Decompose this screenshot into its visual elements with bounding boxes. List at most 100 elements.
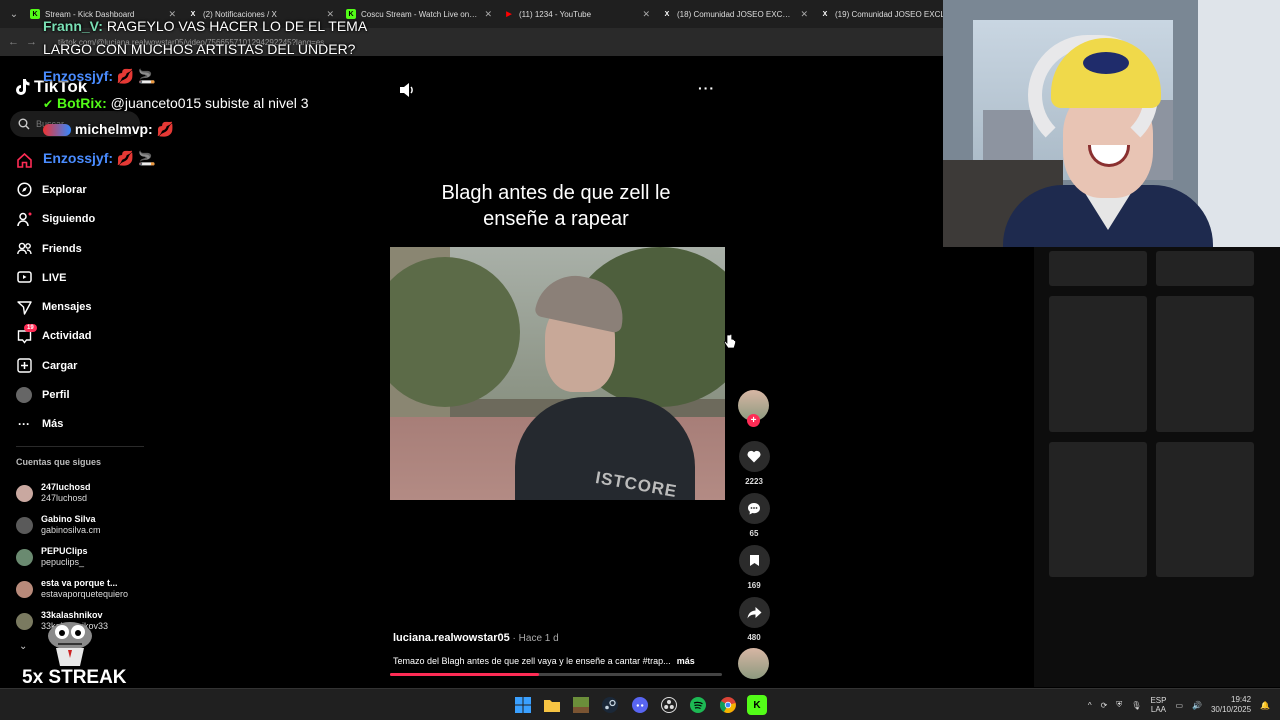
bookmark-icon bbox=[749, 555, 759, 566]
music-disc-avatar[interactable] bbox=[738, 648, 769, 679]
share-button[interactable]: 480 bbox=[738, 597, 770, 642]
chat-username: Frann_V bbox=[43, 18, 99, 34]
video-author[interactable]: luciana.realwowstar05 · Hace 1 d bbox=[393, 632, 559, 644]
minecraft-icon[interactable] bbox=[571, 695, 591, 715]
caption-line: enseñe a rapear bbox=[483, 208, 629, 230]
skeleton-tile bbox=[1156, 251, 1254, 286]
keyboard-layout: LAA bbox=[1150, 705, 1166, 714]
browser-tab[interactable]: ▶ (11) 1234 - YouTube ✕ bbox=[498, 0, 656, 28]
like-button[interactable]: 2223 bbox=[738, 441, 770, 486]
chat-separator: : bbox=[148, 121, 157, 137]
tab-title: (18) Comunidad JOSEO EXCLUSIVO bbox=[677, 9, 794, 19]
avatar bbox=[16, 548, 33, 566]
security-shield-icon[interactable]: ⛨ bbox=[1116, 700, 1122, 710]
network-icon[interactable]: ▭ bbox=[1175, 701, 1183, 710]
sidebar-item-upload[interactable]: Cargar bbox=[16, 351, 95, 380]
steam-icon[interactable] bbox=[600, 695, 620, 715]
sidebar-item-explore[interactable]: Explorar bbox=[16, 175, 95, 204]
bot-badge-icon: ✔ bbox=[43, 97, 54, 111]
list-item[interactable]: PEPUClips pepuclips_ bbox=[16, 541, 128, 573]
sidebar-item-label: Más bbox=[42, 418, 64, 431]
heart-icon bbox=[747, 450, 761, 463]
author-handle[interactable]: luciana.realwowstar05 bbox=[393, 632, 510, 644]
video-player[interactable]: ISTCORE bbox=[390, 247, 725, 500]
windows-start-icon[interactable] bbox=[513, 695, 533, 715]
account-handle: gabinosilva.cm bbox=[41, 525, 101, 535]
notifications-icon[interactable]: 🔔 bbox=[1260, 701, 1270, 710]
microphone-icon[interactable]: 🎙 bbox=[1131, 701, 1141, 710]
obs-icon[interactable] bbox=[659, 695, 679, 715]
chrome-icon[interactable] bbox=[718, 695, 738, 715]
tray-expand-icon[interactable]: ^ bbox=[1088, 701, 1092, 710]
x-favicon-icon: X bbox=[822, 10, 828, 18]
sidebar-item-profile[interactable]: Perfil bbox=[16, 380, 95, 409]
chat-emotes: 💋 🚬 bbox=[116, 68, 156, 84]
share-icon bbox=[747, 607, 761, 619]
chat-message: Enzossjyf: 💋 🚬 bbox=[43, 150, 156, 167]
spotify-icon[interactable] bbox=[688, 695, 708, 715]
chat-text: LARGO CON MUCHOS ARTISTAS DEL UNDER? bbox=[43, 41, 356, 57]
home-icon bbox=[16, 153, 32, 169]
avatar bbox=[16, 612, 33, 630]
follow-plus-icon[interactable]: + bbox=[747, 414, 760, 427]
tab-search-dropdown-icon[interactable]: ⌄ bbox=[4, 4, 24, 24]
discord-icon[interactable] bbox=[630, 695, 650, 715]
sidebar-item-live[interactable]: LIVE bbox=[16, 263, 95, 292]
sidebar-item-more[interactable]: ··· Más bbox=[16, 410, 95, 439]
tab-title: (11) 1234 - YouTube bbox=[519, 9, 592, 19]
following-icon bbox=[16, 211, 32, 227]
pepe-emote-icon bbox=[48, 622, 92, 666]
close-tab-icon[interactable]: ✕ bbox=[800, 9, 808, 20]
chat-username: BotRix bbox=[56, 95, 103, 111]
clock[interactable]: 19:42 30/10/2025 bbox=[1211, 695, 1251, 715]
chat-separator: : bbox=[108, 150, 114, 166]
more-options-icon[interactable]: ··· bbox=[698, 80, 715, 96]
profile-avatar bbox=[16, 387, 32, 404]
comment-icon bbox=[748, 503, 760, 515]
close-tab-icon[interactable]: ✕ bbox=[642, 9, 650, 20]
volume-tray-icon[interactable]: 🔊 bbox=[1192, 701, 1202, 710]
sidebar-item-following[interactable]: Siguiendo bbox=[16, 205, 95, 234]
account-name: esta va porque t... bbox=[41, 578, 118, 588]
list-item[interactable]: 247luchosd 247luchosd bbox=[16, 477, 128, 509]
chat-text: @juanceto015 subiste al nivel 3 bbox=[110, 95, 309, 111]
comment-button[interactable]: 65 bbox=[738, 493, 770, 538]
list-item[interactable]: esta va porque t... estavaporquetequiero bbox=[16, 573, 128, 605]
language-indicator[interactable]: ESP LAA bbox=[1150, 696, 1166, 714]
screen: ⌄ K Stream - Kick Dashboard ✕ X (2) Noti… bbox=[0, 0, 1280, 720]
save-button[interactable]: 169 bbox=[738, 545, 770, 590]
sidebar-item-activity[interactable]: 19 Actividad bbox=[16, 322, 95, 351]
compass-icon bbox=[16, 182, 32, 198]
sidebar-item-friends[interactable]: Friends bbox=[16, 234, 95, 263]
sidebar-item-messages[interactable]: Mensajes bbox=[16, 292, 95, 321]
avatar bbox=[16, 484, 33, 502]
upload-icon bbox=[16, 358, 32, 374]
back-icon[interactable]: ← bbox=[8, 36, 26, 48]
account-handle: estavaporquetequiero bbox=[41, 589, 129, 599]
video-progress-bar[interactable] bbox=[390, 673, 722, 676]
send-icon bbox=[16, 299, 32, 315]
volume-icon[interactable] bbox=[398, 82, 416, 98]
sidebar-item-label: Cargar bbox=[42, 359, 78, 372]
hand-cursor-icon bbox=[724, 334, 736, 349]
account-name: 247luchosd bbox=[41, 482, 91, 492]
skeleton-tile bbox=[1156, 296, 1254, 432]
kick-app-icon[interactable]: K bbox=[747, 695, 767, 715]
sync-icon[interactable]: ⟳ bbox=[1101, 701, 1108, 710]
chat-username: michelmvp bbox=[74, 121, 149, 137]
webcam-curtain bbox=[1198, 0, 1280, 247]
video-description: Temazo del Blagh antes de que zell vaya … bbox=[393, 656, 733, 666]
post-time: · Hace 1 d bbox=[509, 633, 559, 644]
forward-icon[interactable]: → bbox=[26, 36, 44, 48]
chevron-down-icon[interactable]: ⌄ bbox=[19, 641, 27, 652]
chat-emotes: 💋 bbox=[156, 121, 175, 137]
sidebar-item-label: Explorar bbox=[42, 183, 87, 196]
browser-tab[interactable]: X (18) Comunidad JOSEO EXCLUSIVO ✕ bbox=[656, 0, 814, 28]
video-progress-fill bbox=[390, 673, 540, 676]
chat-message: ✔ BotRix: @juanceto015 subiste al nivel … bbox=[43, 95, 309, 111]
more-link[interactable]: más bbox=[677, 656, 695, 666]
video-caption-overlay: Blagh antes de que zell le enseñe a rape… bbox=[400, 180, 712, 232]
list-item[interactable]: Gabino Silva gabinosilva.cm bbox=[16, 509, 128, 541]
file-explorer-icon[interactable] bbox=[542, 695, 562, 715]
close-tab-icon[interactable]: ✕ bbox=[484, 9, 492, 20]
